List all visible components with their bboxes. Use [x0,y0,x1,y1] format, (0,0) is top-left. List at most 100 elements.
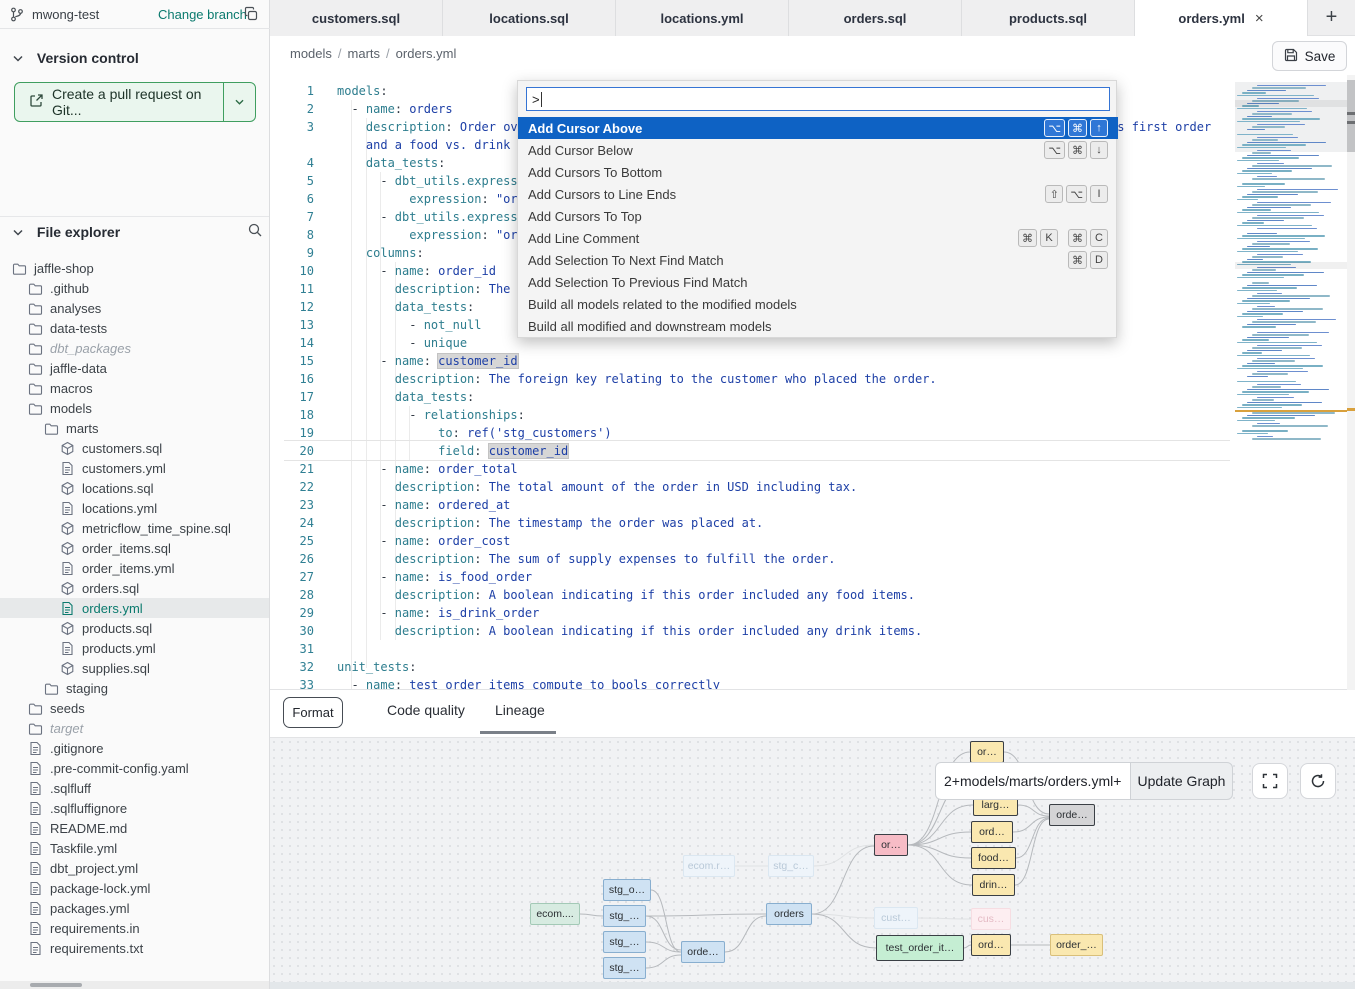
tree-item-macros[interactable]: macros [0,378,269,398]
lineage-node-ord[interactable]: ord… [971,934,1011,956]
code-line-24[interactable]: 24 description: The timestamp the order … [270,514,1350,532]
search-icon[interactable] [247,222,263,243]
breadcrumb-marts[interactable]: marts [348,46,381,61]
lineage-node-orde[interactable]: orde… [681,941,725,963]
lineage-node-cust[interactable]: cust… [874,907,918,929]
tree-item-.sqlfluff[interactable]: .sqlfluff [0,778,269,798]
lineage-node-orde[interactable]: orde… [1049,804,1095,826]
tree-item-supplies.sql[interactable]: supplies.sql [0,658,269,678]
lineage-node-stg_o[interactable]: stg_o… [603,879,651,901]
tree-item-.gitignore[interactable]: .gitignore [0,738,269,758]
scrollbar-thumb[interactable] [30,983,82,987]
lineage-node-test_order_it[interactable]: test_order_it… [876,935,964,961]
lineage-node-or[interactable]: or… [874,834,908,856]
tree-item-dbt-packages[interactable]: dbt_packages [0,338,269,358]
tree-item-target[interactable]: target [0,718,269,738]
lineage-node-stg_[interactable]: stg_… [603,905,646,927]
palette-item-add-cursors-to-line-ends[interactable]: Add Cursors to Line Ends⇧⌥I [518,183,1118,205]
tree-item-packages.yml[interactable]: packages.yml [0,898,269,918]
tree-item-requirements.txt[interactable]: requirements.txt [0,938,269,958]
tab-lineage[interactable]: Lineage [495,702,545,718]
tab-orders.yml[interactable]: orders.yml× [1135,0,1308,36]
scrollbar-thumb[interactable] [1347,80,1355,152]
palette-item-build-all-models-related-to-the-modified-models[interactable]: Build all models related to the modified… [518,293,1118,315]
tree-item-customers.sql[interactable]: customers.sql [0,438,269,458]
code-line-17[interactable]: 17 data_tests: [270,388,1350,406]
version-control-header[interactable]: Version control [12,50,139,66]
tree-item-locations.yml[interactable]: locations.yml [0,498,269,518]
code-line-19[interactable]: 19 to: ref('stg_customers') [270,424,1350,442]
tree-item-.sqlfluffignore[interactable]: .sqlfluffignore [0,798,269,818]
code-line-23[interactable]: 23 - name: ordered_at [270,496,1350,514]
tree-item-marts[interactable]: marts [0,418,269,438]
tree-item-seeds[interactable]: seeds [0,698,269,718]
tree-item-data-tests[interactable]: data-tests [0,318,269,338]
code-line-16[interactable]: 16 description: The foreign key relating… [270,370,1350,388]
tree-item-readme.md[interactable]: README.md [0,818,269,838]
code-line-28[interactable]: 28 description: A boolean indicating if … [270,586,1350,604]
breadcrumb-models[interactable]: models [290,46,332,61]
update-graph-button[interactable]: Update Graph [1130,762,1233,800]
lineage-filter-input[interactable] [935,762,1130,800]
tree-item-order-items.sql[interactable]: order_items.sql [0,538,269,558]
code-line-27[interactable]: 27 - name: is_food_order [270,568,1350,586]
editor-vertical-scrollbar[interactable] [1347,75,1355,690]
file-explorer-header[interactable]: File explorer [12,224,120,240]
code-line-15[interactable]: 15 - name: customer_id [270,352,1350,370]
code-line-21[interactable]: 21 - name: order_total [270,460,1350,478]
lineage-node-food[interactable]: food… [971,847,1016,869]
lineage-node-stg_c[interactable]: stg_c… [768,855,814,877]
format-button[interactable]: Format [283,697,343,728]
command-palette-input[interactable]: > [526,87,1110,111]
tab-customers.sql[interactable]: customers.sql [270,0,443,36]
code-line-26[interactable]: 26 description: The sum of supply expens… [270,550,1350,568]
tree-item-jaffle-data[interactable]: jaffle-data [0,358,269,378]
code-line-33[interactable]: 33 - name: test_order_items_compute_to_b… [270,676,1350,690]
palette-item-add-cursor-below[interactable]: Add Cursor Below⌥⌘↓ [518,139,1118,161]
lineage-horizontal-scrollbar[interactable] [270,982,1355,989]
tree-item-jaffle-shop[interactable]: jaffle-shop [0,258,269,278]
palette-item-add-cursors-to-top[interactable]: Add Cursors To Top [518,205,1118,227]
tree-item-requirements.in[interactable]: requirements.in [0,918,269,938]
lineage-node-ecom[interactable]: ecom.... [530,903,580,925]
code-line-32[interactable]: 32unit_tests: [270,658,1350,676]
lineage-node-stg_[interactable]: stg_… [603,931,646,953]
minimap[interactable] [1235,80,1347,460]
create-pr-button[interactable]: Create a pull request on Git... [14,82,256,122]
tree-item-metricflow-time-spine.sql[interactable]: metricflow_time_spine.sql [0,518,269,538]
tree-item-package-lock.yml[interactable]: package-lock.yml [0,878,269,898]
lineage-node-ecomr[interactable]: ecom.r… [683,855,735,877]
palette-item-add-selection-to-previous-find-match[interactable]: Add Selection To Previous Find Match [518,271,1118,293]
tree-item-locations.sql[interactable]: locations.sql [0,478,269,498]
code-line-30[interactable]: 30 description: A boolean indicating if … [270,622,1350,640]
lineage-node-or[interactable]: or… [970,741,1004,763]
tree-item-order-items.yml[interactable]: order_items.yml [0,558,269,578]
code-line-22[interactable]: 22 description: The total amount of the … [270,478,1350,496]
tab-locations.yml[interactable]: locations.yml [616,0,789,36]
tab-locations.sql[interactable]: locations.sql [443,0,616,36]
lineage-node-order_[interactable]: order_… [1050,934,1103,956]
lineage-node-ord[interactable]: ord… [971,821,1013,843]
tab-products.sql[interactable]: products.sql [962,0,1135,36]
pr-dropdown-toggle[interactable] [223,83,255,121]
fullscreen-button[interactable] [1252,763,1288,799]
code-line-29[interactable]: 29 - name: is_drink_order [270,604,1350,622]
close-icon[interactable]: × [1255,10,1264,27]
change-branch-link[interactable]: Change branch [158,7,247,22]
tree-item-products.sql[interactable]: products.sql [0,618,269,638]
tree-item-.pre-commit-config.yaml[interactable]: .pre-commit-config.yaml [0,758,269,778]
code-line-25[interactable]: 25 - name: order_cost [270,532,1350,550]
new-tab-button[interactable]: + [1308,0,1355,35]
palette-item-add-line-comment[interactable]: Add Line Comment⌘K⌘C [518,227,1118,249]
palette-item-add-cursor-above[interactable]: Add Cursor Above⌥⌘↑ [518,117,1118,139]
lineage-node-cus[interactable]: cus… [971,908,1011,930]
tree-item-staging[interactable]: staging [0,678,269,698]
refresh-button[interactable] [1300,763,1336,799]
lineage-node-stg_[interactable]: stg_… [603,957,646,979]
tree-item-products.yml[interactable]: products.yml [0,638,269,658]
tree-item-dbt-project.yml[interactable]: dbt_project.yml [0,858,269,878]
palette-item-add-cursors-to-bottom[interactable]: Add Cursors To Bottom [518,161,1118,183]
save-button[interactable]: Save [1272,41,1347,71]
tree-item-customers.yml[interactable]: customers.yml [0,458,269,478]
tree-item-taskfile.yml[interactable]: Taskfile.yml [0,838,269,858]
